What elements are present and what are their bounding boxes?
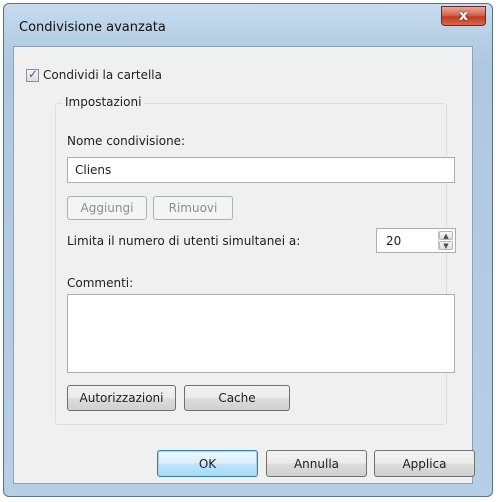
permissions-button[interactable]: Autorizzazioni [67, 385, 176, 411]
close-icon: x [458, 8, 469, 24]
cache-button[interactable]: Cache [184, 385, 290, 411]
comments-label: Commenti: [67, 276, 134, 290]
add-button[interactable]: Aggiungi [67, 196, 147, 220]
share-folder-checkbox[interactable]: ✓ Condividi la cartella [26, 66, 162, 82]
checkbox-box[interactable]: ✓ [26, 66, 39, 82]
arrow-down-icon[interactable]: ▼ [439, 241, 453, 250]
close-button[interactable]: x [441, 6, 486, 26]
window-title: Condivisione avanzata [19, 20, 166, 35]
user-limit-value[interactable]: 20 [386, 234, 401, 248]
comments-input[interactable] [67, 294, 455, 373]
remove-button[interactable]: Rimuovi [153, 196, 233, 220]
settings-group [55, 103, 447, 425]
ok-button[interactable]: OK [157, 450, 258, 477]
arrow-up-icon[interactable]: ▲ [439, 231, 453, 240]
apply-button[interactable]: Applica [374, 450, 475, 477]
cancel-button[interactable]: Annulla [266, 450, 367, 477]
user-limit-label: Limita il numero di utenti simultanei a: [67, 234, 301, 248]
user-limit-spinner[interactable]: 20 ▲ ▼ [376, 228, 456, 253]
share-name-label: Nome condivisione: [67, 134, 186, 148]
settings-group-label: Impostazioni [62, 95, 145, 109]
share-folder-label: Condividi la cartella [43, 68, 162, 82]
share-name-input[interactable]: Cliens [67, 157, 455, 183]
check-icon: ✓ [28, 66, 39, 81]
spinner-arrows[interactable]: ▲ ▼ [438, 231, 453, 250]
